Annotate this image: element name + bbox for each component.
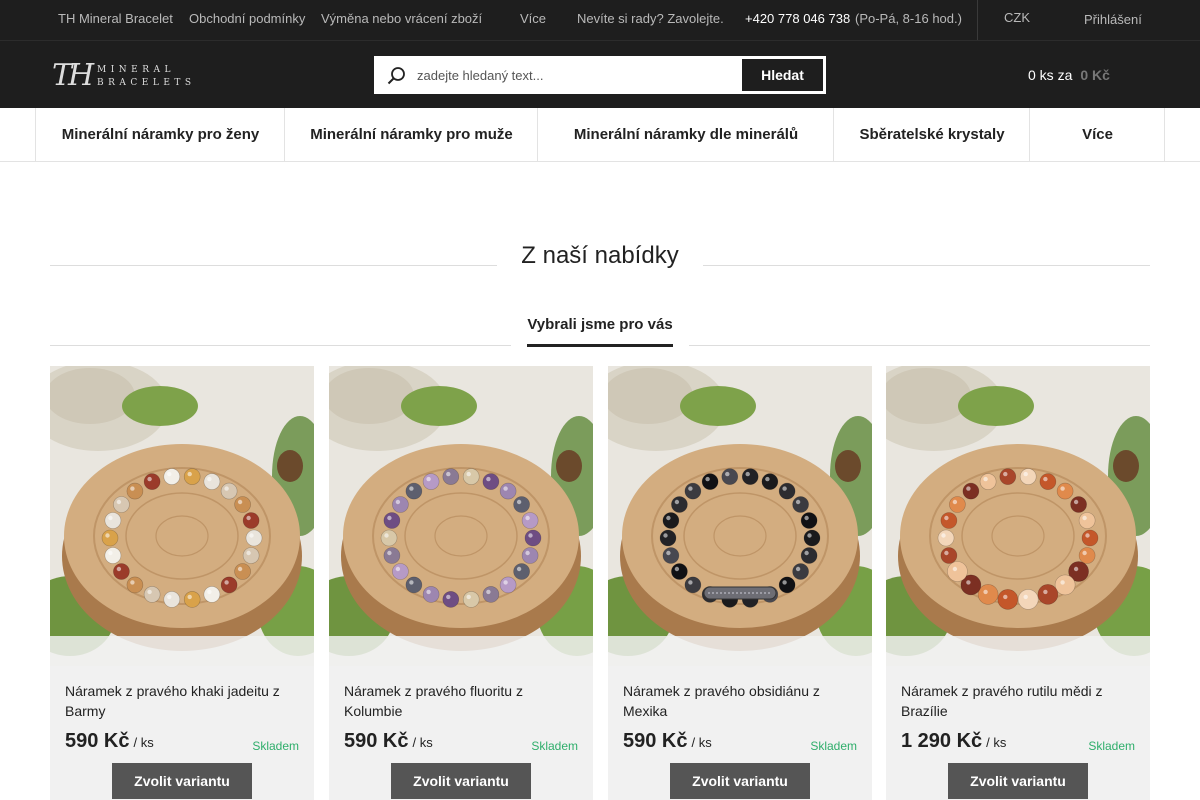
product-price: 590 Kč (65, 730, 130, 752)
tab-rule-right (689, 345, 1150, 346)
logo-word-bracelets: BRACELETS (97, 78, 196, 88)
search-icon (387, 67, 405, 85)
product-unit: / ks (986, 735, 1007, 750)
logo-monogram: TH (52, 58, 94, 93)
product-card[interactable]: Náramek z pravého fluoritu z Kolumbie 590… (329, 366, 593, 800)
choose-variant-button[interactable]: Zvolit variantu (948, 763, 1088, 799)
main-nav: Minerální náramky pro ženy Minerální nár… (0, 108, 1200, 162)
phone-number[interactable]: +420 778 046 738 (745, 11, 850, 26)
stock-status: Skladem (1088, 739, 1135, 753)
product-price: 590 Kč (623, 730, 688, 752)
search-button[interactable]: Hledat (740, 57, 825, 93)
product-card[interactable]: Náramek z pravého rutilu mědi z Brazílie… (886, 366, 1150, 800)
choose-variant-button[interactable]: Zvolit variantu (670, 763, 810, 799)
nav-item-crystals[interactable]: Sběratelské krystaly (833, 108, 1030, 161)
opening-hours: (Po-Pá, 8-16 hod.) (855, 11, 962, 26)
product-price-block: 590 Kč / ks (344, 730, 433, 753)
product-price: 590 Kč (344, 730, 409, 752)
login-link[interactable]: Přihlášení (1084, 12, 1142, 27)
topbar-link-returns[interactable]: Výměna nebo vrácení zboží (321, 11, 482, 26)
cart-count: 0 ks za (1028, 67, 1073, 83)
product-name[interactable]: Náramek z pravého fluoritu z Kolumbie (344, 681, 584, 721)
product-price-block: 1 290 Kč / ks (901, 730, 1006, 753)
product-image[interactable] (50, 366, 314, 666)
search-input[interactable] (417, 57, 737, 93)
product-card[interactable]: Náramek z pravého khaki jadeitu z Barmy 5… (50, 366, 314, 800)
nav-divider (1164, 108, 1165, 161)
search-bar: Hledat (374, 56, 826, 94)
stock-status: Skladem (531, 739, 578, 753)
logo[interactable]: TH MINERAL BRACELETS (52, 58, 202, 94)
tab-rule-left (50, 345, 511, 346)
nav-item-more[interactable]: Více (1029, 108, 1165, 161)
help-text: Nevíte si rady? Zavolejte. (577, 11, 724, 26)
product-name[interactable]: Náramek z pravého obsidiánu z Mexika (623, 681, 863, 721)
product-unit: / ks (691, 735, 712, 750)
product-image[interactable] (608, 366, 872, 666)
logo-word-mineral: MINERAL (97, 65, 175, 75)
stock-status: Skladem (810, 739, 857, 753)
site-header: TH MINERAL BRACELETS Hledat 0 ks za 0 Kč (0, 40, 1200, 108)
product-name[interactable]: Náramek z pravého rutilu mědi z Brazílie (901, 681, 1141, 721)
currency-selector[interactable]: CZK (1004, 10, 1030, 25)
product-name[interactable]: Náramek z pravého khaki jadeitu z Barmy (65, 681, 305, 721)
section-title: Z naší nabídky (521, 242, 679, 269)
nav-item-women[interactable]: Minerální náramky pro ženy (35, 108, 285, 161)
topbar-link-brand[interactable]: TH Mineral Bracelet (58, 11, 173, 26)
product-card[interactable]: Náramek z pravého obsidiánu z Mexika 590 … (608, 366, 872, 800)
stock-status: Skladem (252, 739, 299, 753)
topbar-link-more[interactable]: Více (520, 11, 546, 26)
product-price-block: 590 Kč / ks (65, 730, 154, 753)
cart-summary[interactable]: 0 ks za 0 Kč (1028, 67, 1110, 83)
nav-item-by-mineral[interactable]: Minerální náramky dle minerálů (537, 108, 834, 161)
topbar-divider (977, 0, 978, 40)
product-unit: / ks (412, 735, 433, 750)
cart-price: 0 Kč (1080, 67, 1110, 83)
product-image[interactable] (886, 366, 1150, 666)
top-bar: TH Mineral Bracelet Obchodní podmínky Vý… (0, 0, 1200, 40)
tab-recommended[interactable]: Vybrali jsme pro vás (527, 316, 673, 347)
product-price-block: 590 Kč / ks (623, 730, 712, 753)
choose-variant-button[interactable]: Zvolit variantu (391, 763, 531, 799)
product-unit: / ks (133, 735, 154, 750)
product-price: 1 290 Kč (901, 730, 983, 752)
topbar-link-terms[interactable]: Obchodní podmínky (189, 11, 305, 26)
nav-item-men[interactable]: Minerální náramky pro muže (284, 108, 538, 161)
product-image[interactable] (329, 366, 593, 666)
choose-variant-button[interactable]: Zvolit variantu (112, 763, 252, 799)
